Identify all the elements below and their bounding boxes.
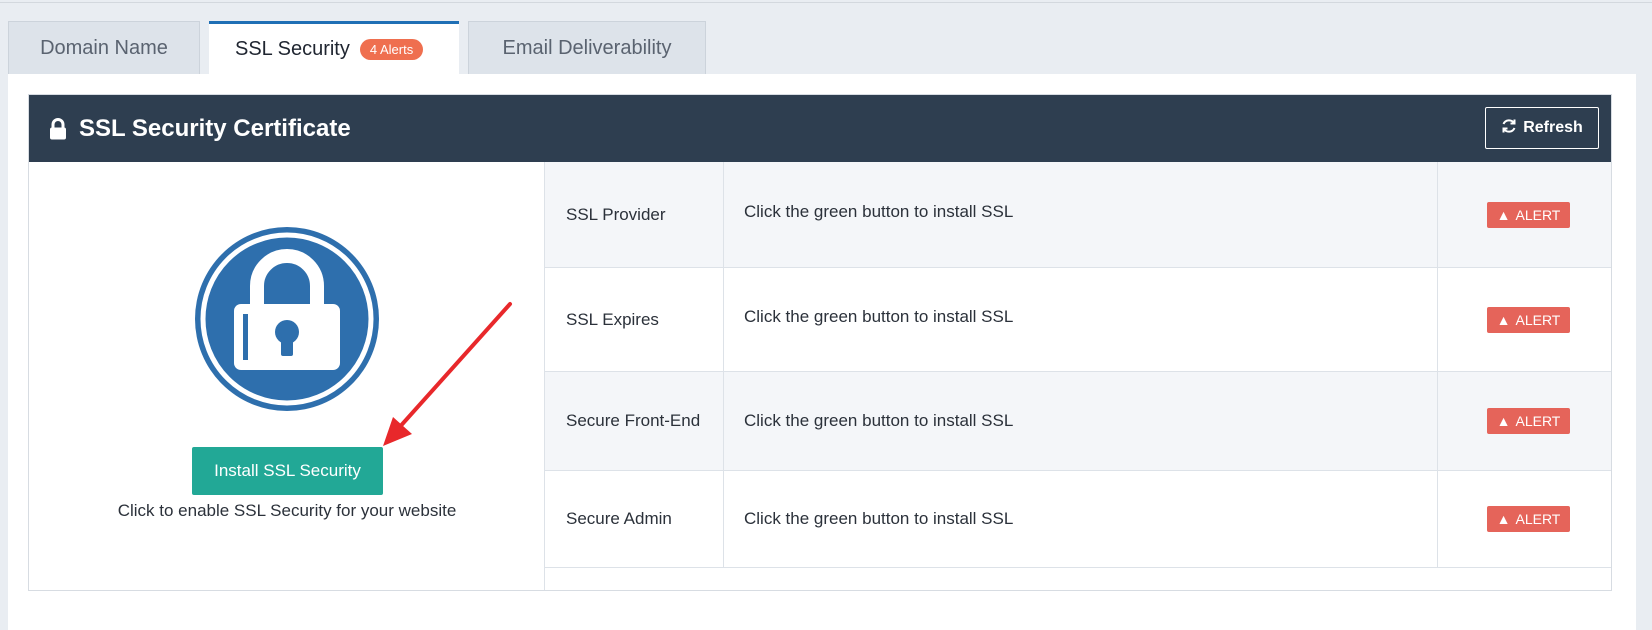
warning-icon: ▲ [1496, 311, 1511, 328]
tab-content: SSL Security Certificate Refresh Install… [8, 74, 1636, 630]
annotation-arrow [383, 302, 512, 446]
lock-icon [49, 117, 67, 140]
tab-label: Domain Name [40, 36, 168, 59]
row-status: ▲ ALERT [1438, 471, 1611, 567]
alert-label: ALERT [1515, 413, 1561, 429]
install-section: Install SSL Security Click to enable SSL… [29, 162, 545, 590]
row-label: Secure Front-End [545, 372, 724, 470]
table-row: SSL Expires Click the green button to in… [545, 267, 1611, 371]
ssl-card: SSL Security Certificate Refresh Install… [28, 94, 1612, 591]
alert-badge: ▲ ALERT [1486, 408, 1571, 434]
alert-badge: ▲ ALERT [1486, 306, 1571, 333]
padlock-icon [195, 227, 379, 411]
table-row: Secure Admin Click the green button to i… [545, 470, 1611, 568]
row-value: Click the green button to install SSL [724, 162, 1438, 267]
alert-label: ALERT [1515, 511, 1561, 527]
tab-ssl-security[interactable]: SSL Security 4 Alerts [209, 21, 459, 74]
row-value: Click the green button to install SSL [724, 372, 1438, 470]
tab-email-deliverability[interactable]: Email Deliverability [468, 21, 706, 74]
refresh-icon [1501, 118, 1517, 139]
install-ssl-button[interactable]: Install SSL Security [192, 447, 383, 495]
table-row: SSL Provider Click the green button to i… [545, 162, 1611, 267]
refresh-label: Refresh [1523, 119, 1583, 136]
row-status: ▲ ALERT [1438, 268, 1611, 371]
warning-icon: ▲ [1496, 206, 1511, 223]
table-row: Secure Front-End Click the green button … [545, 371, 1611, 470]
alert-label: ALERT [1515, 206, 1561, 223]
row-label: SSL Provider [545, 162, 724, 267]
row-value: Click the green button to install SSL [724, 268, 1438, 371]
tab-bar: Domain Name SSL Security 4 Alerts Email … [8, 21, 706, 74]
row-value: Click the green button to install SSL [724, 471, 1438, 567]
warning-icon: ▲ [1496, 511, 1511, 527]
tab-label: Email Deliverability [502, 36, 672, 59]
alert-badge: ▲ ALERT [1486, 201, 1571, 228]
alert-badge: ▲ ALERT [1486, 506, 1571, 532]
top-divider [0, 2, 1652, 3]
alert-label: ALERT [1515, 311, 1561, 328]
row-label: SSL Expires [545, 268, 724, 371]
warning-icon: ▲ [1496, 413, 1511, 429]
alerts-badge: 4 Alerts [359, 38, 424, 60]
install-hint: Click to enable SSL Security for your we… [117, 501, 457, 520]
tab-label: SSL Security [235, 37, 350, 60]
refresh-button[interactable]: Refresh [1485, 107, 1599, 149]
tab-domain-name[interactable]: Domain Name [8, 21, 200, 74]
row-status: ▲ ALERT [1438, 372, 1611, 470]
row-status: ▲ ALERT [1438, 162, 1611, 267]
card-header: SSL Security Certificate Refresh [29, 95, 1611, 162]
row-label: Secure Admin [545, 471, 724, 567]
ssl-status-table: SSL Provider Click the green button to i… [545, 162, 1611, 590]
card-title: SSL Security Certificate [79, 114, 351, 142]
